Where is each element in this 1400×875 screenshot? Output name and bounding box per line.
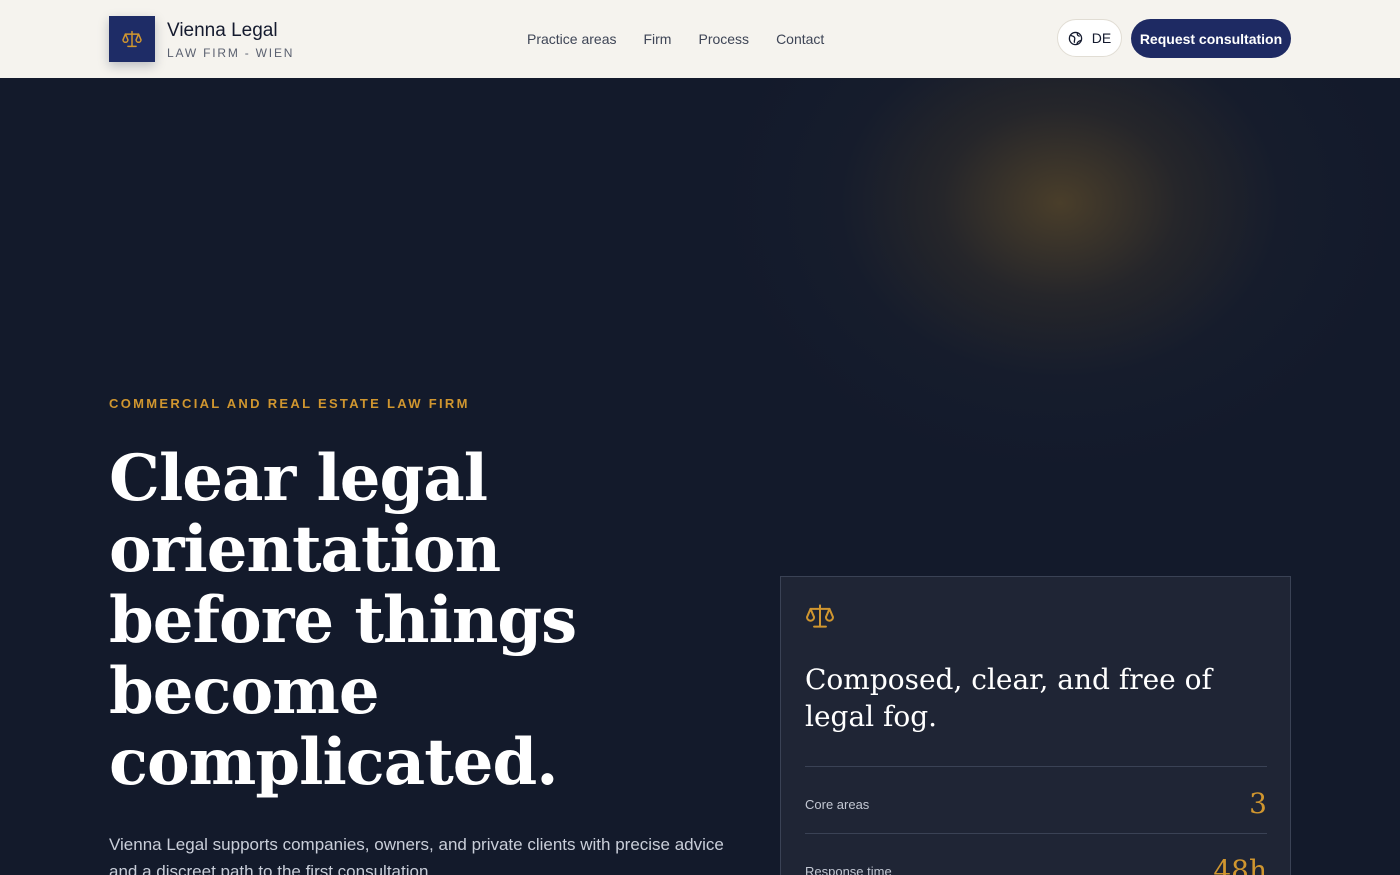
highlight-card: Composed, clear, and free of legal fog. … <box>780 576 1291 875</box>
stat-row-core-areas: Core areas 3 <box>805 766 1267 832</box>
brand-name[interactable]: Vienna Legal <box>167 20 278 42</box>
language-switch-button[interactable]: DE <box>1057 19 1122 57</box>
brand-subtitle: LAW FIRM - WIEN <box>167 46 295 60</box>
stat-row-response-time: Response time 48h <box>805 833 1267 875</box>
stat-label: Response time <box>805 864 892 875</box>
hero-glow-background <box>700 78 1400 578</box>
scales-icon <box>122 30 142 48</box>
nav-firm[interactable]: Firm <box>643 31 671 47</box>
scales-icon <box>805 604 835 628</box>
hero-section: COMMERCIAL AND REAL ESTATE LAW FIRM Clea… <box>0 78 1400 875</box>
site-header: Vienna Legal LAW FIRM - WIEN Practice ar… <box>0 0 1400 78</box>
hero-headline: Clear legal orientation before things be… <box>109 441 577 800</box>
stat-value: 3 <box>1249 787 1267 820</box>
nav-process[interactable]: Process <box>698 31 749 47</box>
stat-value: 48h <box>1213 854 1267 875</box>
nav-contact[interactable]: Contact <box>776 31 824 47</box>
hero-eyebrow: COMMERCIAL AND REAL ESTATE LAW FIRM <box>109 396 470 411</box>
hero-lead-text: Vienna Legal supports companies, owners,… <box>109 835 724 875</box>
globe-icon <box>1068 31 1083 45</box>
logo[interactable] <box>109 16 155 62</box>
main-nav: Practice areas Firm Process Contact <box>527 31 824 47</box>
card-title: Composed, clear, and free of legal fog. <box>805 663 1212 733</box>
nav-practice-areas[interactable]: Practice areas <box>527 31 616 47</box>
stat-label: Core areas <box>805 797 870 812</box>
language-label: DE <box>1091 30 1112 46</box>
request-consultation-button[interactable]: Request consultation <box>1131 19 1291 58</box>
